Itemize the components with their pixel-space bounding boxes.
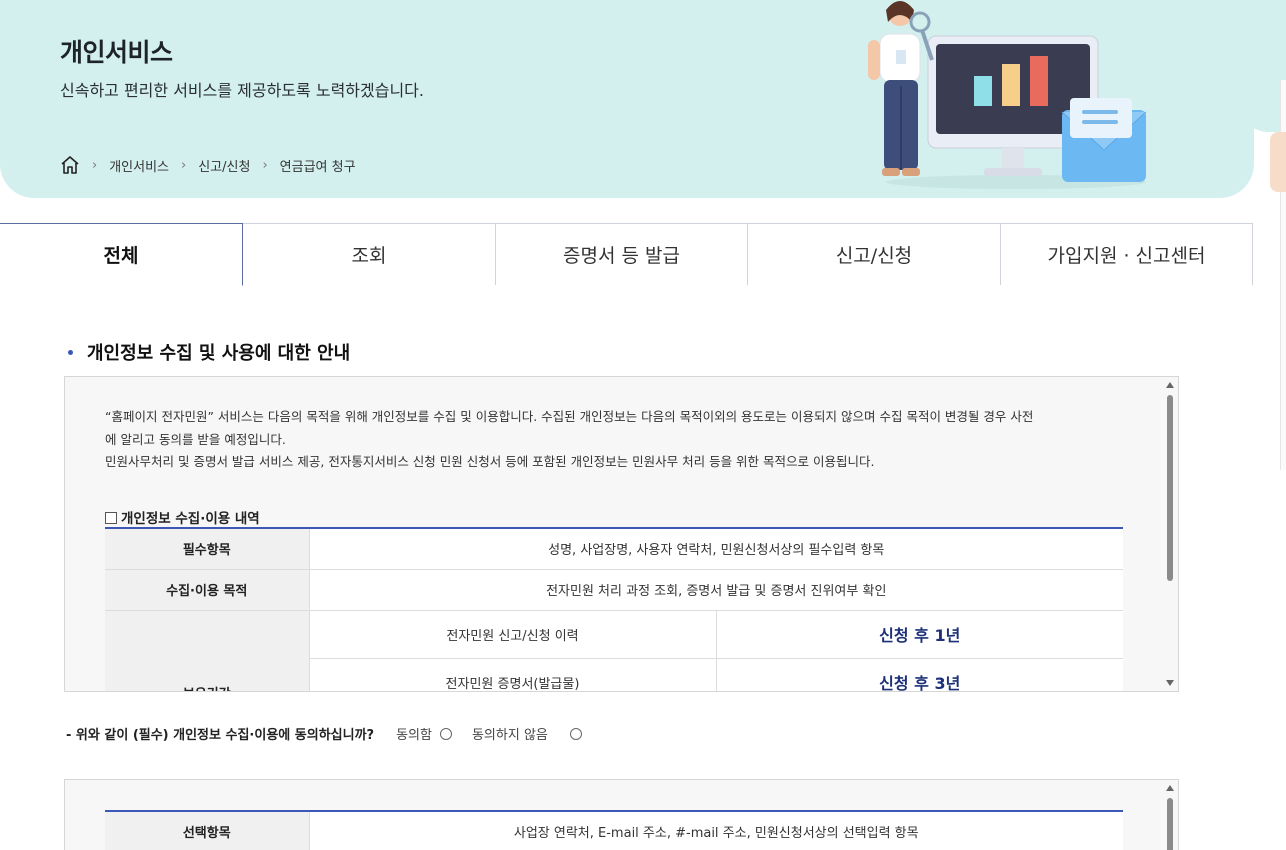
consent-question: - 위와 같이 (필수) 개인정보 수집·이용에 동의하십니까? bbox=[66, 728, 375, 743]
disagree-radio[interactable] bbox=[569, 727, 582, 740]
bullet-icon bbox=[68, 349, 73, 355]
required-value: 성명, 사업장명, 사용자 연락처, 민원신청서상의 필수입력 항목 bbox=[309, 528, 1123, 570]
table-row: 보유기간 전자민원 신고/신청 이력 신청 후 1년 bbox=[105, 610, 1123, 691]
tab-all[interactable]: 전체 bbox=[0, 223, 243, 286]
breadcrumb-item: 연금급여 청구 bbox=[279, 159, 356, 175]
optional-notice-box[interactable]: 선택항목 사업장 연락처, E-mail 주소, #-mail 주소, 민원신청… bbox=[64, 779, 1179, 850]
scroll-up-icon[interactable] bbox=[1166, 785, 1174, 791]
consent-row: - 위와 같이 (필수) 개인정보 수집·이용에 동의하십니까? 동의함 동의하… bbox=[66, 724, 602, 743]
breadcrumb-item[interactable]: 개인서비스 bbox=[109, 156, 169, 175]
optional-label: 선택항목 bbox=[105, 811, 310, 850]
table-caption-text: 개인정보 수집·이용 내역 bbox=[121, 511, 260, 527]
scroll-thumb[interactable] bbox=[1167, 395, 1173, 581]
retention-period: 신청 후 1년 bbox=[716, 610, 1123, 659]
optional-value: 사업장 연락처, E-mail 주소, #-mail 주소, 민원신청서상의 선… bbox=[309, 811, 1123, 850]
page-subtitle: 신속하고 편리한 서비스를 제공하도록 노력하겠습니다. bbox=[60, 81, 424, 100]
required-label: 필수항목 bbox=[105, 528, 310, 570]
disagree-option[interactable]: 동의하지 않음 bbox=[472, 724, 582, 743]
agree-label[interactable]: 동의함 bbox=[396, 724, 432, 743]
table-row: 필수항목 성명, 사업장명, 사용자 연락처, 민원신청서상의 필수입력 항목 bbox=[105, 528, 1123, 570]
service-illustration bbox=[868, 1, 1147, 189]
home-icon[interactable] bbox=[60, 155, 80, 175]
page-title: 개인서비스 bbox=[60, 38, 173, 67]
side-panel-accent bbox=[1270, 132, 1286, 192]
privacy-notice-box[interactable]: “홈페이지 전자민원” 서비스는 다음의 목적을 위해 개인정보를 수집 및 이… bbox=[64, 376, 1179, 692]
table-caption: 개인정보 수집·이용 내역 bbox=[105, 507, 260, 527]
breadcrumb-item[interactable]: 신고/신청 bbox=[198, 156, 250, 175]
intro-line: 민원사무처리 및 증명서 발급 서비스 제공, 전자통지서비스 신청 민원 신청… bbox=[105, 454, 875, 469]
privacy-intro: “홈페이지 전자민원” 서비스는 다음의 목적을 위해 개인정보를 수집 및 이… bbox=[105, 406, 1135, 474]
agree-option[interactable]: 동의함 bbox=[396, 724, 452, 743]
service-tabs: 전체 조회 증명서 등 발급 신고/신청 가입지원 · 신고센터 bbox=[0, 223, 1253, 286]
purpose-label: 수집·이용 목적 bbox=[105, 569, 310, 611]
chevron-right-icon: › bbox=[181, 157, 187, 173]
scroll-thumb[interactable] bbox=[1167, 798, 1173, 850]
scrollbar[interactable] bbox=[1162, 377, 1178, 691]
chevron-right-icon: › bbox=[262, 157, 268, 173]
scrollbar[interactable] bbox=[1162, 780, 1178, 850]
retention-item: 전자민원 신고/신청 이력 bbox=[309, 610, 717, 659]
scroll-down-icon[interactable] bbox=[1166, 680, 1174, 686]
section-title-text: 개인정보 수집 및 사용에 대한 안내 bbox=[87, 343, 351, 364]
tab-report[interactable]: 신고/신청 bbox=[748, 223, 1001, 285]
optional-table: 선택항목 사업장 연락처, E-mail 주소, #-mail 주소, 민원신청… bbox=[105, 810, 1123, 850]
retention-label: 보유기간 bbox=[105, 610, 310, 691]
privacy-table: 필수항목 성명, 사업장명, 사용자 연락처, 민원신청서상의 필수입력 항목 … bbox=[105, 527, 1123, 691]
tab-inquiry[interactable]: 조회 bbox=[243, 223, 496, 285]
agree-radio[interactable] bbox=[439, 727, 452, 740]
scroll-up-icon[interactable] bbox=[1166, 382, 1174, 388]
section-title: 개인정보 수집 및 사용에 대한 안내 bbox=[68, 339, 350, 365]
retention-item: 전자민원 증명서(발급물) bbox=[309, 658, 717, 691]
purpose-value: 전자민원 처리 과정 조회, 증명서 발급 및 증명서 진위여부 확인 bbox=[309, 569, 1123, 611]
tab-certificate[interactable]: 증명서 등 발급 bbox=[496, 223, 748, 285]
table-row: 선택항목 사업장 연락처, E-mail 주소, #-mail 주소, 민원신청… bbox=[105, 811, 1123, 850]
square-icon bbox=[105, 512, 117, 524]
tab-join-support[interactable]: 가입지원 · 신고센터 bbox=[1001, 223, 1253, 285]
disagree-label[interactable]: 동의하지 않음 bbox=[472, 724, 548, 743]
retention-period: 신청 후 3년 bbox=[716, 658, 1123, 691]
breadcrumb: › 개인서비스 › 신고/신청 › 연금급여 청구 bbox=[60, 154, 356, 176]
table-row: 수집·이용 목적 전자민원 처리 과정 조회, 증명서 발급 및 증명서 진위여… bbox=[105, 569, 1123, 611]
chevron-right-icon: › bbox=[92, 157, 98, 173]
intro-line: 에 알리고 동의를 받을 예정입니다. bbox=[105, 431, 286, 447]
intro-line: “홈페이지 전자민원” 서비스는 다음의 목적을 위해 개인정보를 수집 및 이… bbox=[105, 409, 1034, 424]
